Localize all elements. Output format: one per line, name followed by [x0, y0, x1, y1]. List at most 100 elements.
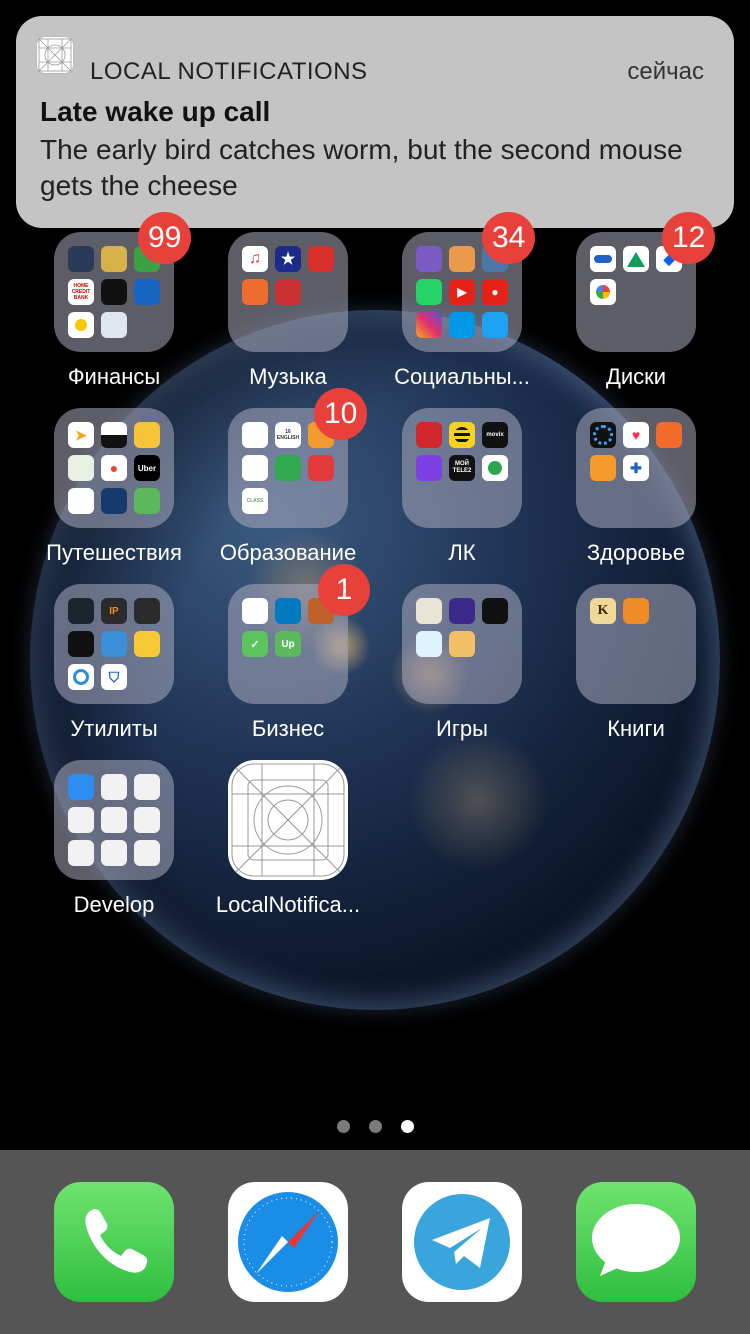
ip-icon: IP [101, 598, 127, 624]
folder-label: Книги [607, 716, 665, 741]
folder-label: Социальны... [394, 364, 530, 389]
folder-games[interactable] [402, 584, 522, 704]
twitter-icon [482, 312, 508, 338]
folder-label: Путешествия [46, 540, 182, 565]
app-store-icon [68, 774, 94, 800]
notification-title: Late wake up call [40, 96, 271, 127]
page-dot[interactable] [337, 1120, 350, 1133]
earphones-icon [308, 246, 334, 272]
app-label: LocalNotifica... [215, 892, 361, 917]
wifi-icon [416, 455, 442, 481]
instagram-icon [416, 312, 442, 338]
finance-app-icon [68, 246, 94, 272]
folder-label: Финансы [67, 364, 161, 389]
youtube-music-icon: ● [482, 279, 508, 305]
game-icon [416, 631, 442, 657]
folder-label: Develop [73, 892, 155, 917]
folder-label: Здоровье [586, 540, 686, 565]
page-dot-active[interactable] [401, 1120, 414, 1133]
finance-app-icon [101, 246, 127, 272]
folder-lk[interactable]: movix МОЙ TELE2 [402, 408, 522, 528]
yandex-money-icon [68, 312, 94, 338]
webmoney-icon [134, 279, 160, 305]
alarm-icon [590, 455, 616, 481]
placeholder-app-icon [134, 840, 160, 866]
placeholder-app-icon [134, 774, 160, 800]
folder-utilities[interactable]: IP ⛉ [54, 584, 174, 704]
folder-label: Образование [219, 540, 357, 565]
game-icon [449, 631, 475, 657]
game-icon [482, 598, 508, 624]
placeholder-app-icon [68, 840, 94, 866]
folder-travel[interactable]: ➤ ● Uber [54, 408, 174, 528]
utility-app-icon [134, 631, 160, 657]
mi-fit-icon [656, 422, 682, 448]
local-notifications-app-icon[interactable] [228, 760, 348, 880]
travel-app-icon [134, 488, 160, 514]
notification-app-name: LOCAL NOTIFICATIONS [90, 58, 368, 85]
home-credit-icon: HOME CREDIT BANK [68, 279, 94, 305]
notification-time: сейчас [627, 58, 704, 85]
folder-music[interactable]: ♫ ★ [228, 232, 348, 352]
folder-label: ЛК [448, 540, 476, 565]
game-icon [416, 598, 442, 624]
beeline-icon [449, 422, 475, 448]
reminders-icon [242, 598, 268, 624]
guitar-icon [242, 279, 268, 305]
travel-app-icon [134, 422, 160, 448]
google-drive-icon [623, 246, 649, 272]
corgi-icon [449, 246, 475, 272]
skype-icon [449, 312, 475, 338]
shell-icon [68, 631, 94, 657]
yandex-taxi-icon [101, 422, 127, 448]
upwork-icon: Up [275, 631, 301, 657]
education-app-icon [242, 422, 268, 448]
badge-finance: 99 [138, 212, 192, 264]
books-icon [623, 598, 649, 624]
folder-label: Игры [436, 716, 488, 741]
folder-books[interactable]: K [576, 584, 696, 704]
badge-business: 1 [318, 564, 370, 616]
education-app-icon [308, 455, 334, 481]
youtube-icon: ▶ [449, 279, 475, 305]
badge-disks: 12 [662, 212, 716, 264]
viber-icon [416, 246, 442, 272]
travel-app-icon [68, 488, 94, 514]
utility-app-icon [68, 664, 94, 690]
page-dot[interactable] [369, 1120, 382, 1133]
movix-icon: movix [482, 422, 508, 448]
badge-education: 10 [314, 388, 368, 440]
safari-icon[interactable] [228, 1182, 348, 1302]
telegram-icon[interactable] [402, 1182, 522, 1302]
whatsapp-icon [416, 279, 442, 305]
translate-icon [242, 455, 268, 481]
folder-develop[interactable] [54, 760, 174, 880]
game-icon [449, 598, 475, 624]
trello-icon [275, 598, 301, 624]
tele2-icon: МОЙ TELE2 [449, 455, 475, 481]
phone-icon[interactable] [54, 1182, 174, 1302]
activity-icon [590, 422, 616, 448]
cloud-icon [590, 246, 616, 272]
megafon-icon [482, 455, 508, 481]
notification-body: The early bird catches worm, but the sec… [40, 134, 683, 201]
placeholder-app-icon [101, 807, 127, 833]
check-icon: ✓ [242, 631, 268, 657]
navigator-icon: ➤ [68, 422, 94, 448]
pharmacy-icon: ✚ [623, 455, 649, 481]
maps-icon [68, 455, 94, 481]
google-photos-icon [590, 279, 616, 305]
wallet-icon [416, 422, 442, 448]
stocks-icon [101, 279, 127, 305]
english-icon: 16 ENGLISH [275, 422, 301, 448]
messages-icon[interactable] [576, 1182, 696, 1302]
folder-label: Утилиты [70, 716, 158, 741]
notification-banner[interactable]: LOCAL NOTIFICATIONS сейчас Late wake up … [16, 16, 734, 228]
star-icon: ★ [275, 246, 301, 272]
kindle-icon: K [590, 598, 616, 624]
folder-health[interactable]: ♥ ✚ [576, 408, 696, 528]
folder-label: Диски [605, 364, 667, 389]
earth-icon [101, 488, 127, 514]
placeholder-app-icon [134, 807, 160, 833]
education-app-icon [275, 455, 301, 481]
